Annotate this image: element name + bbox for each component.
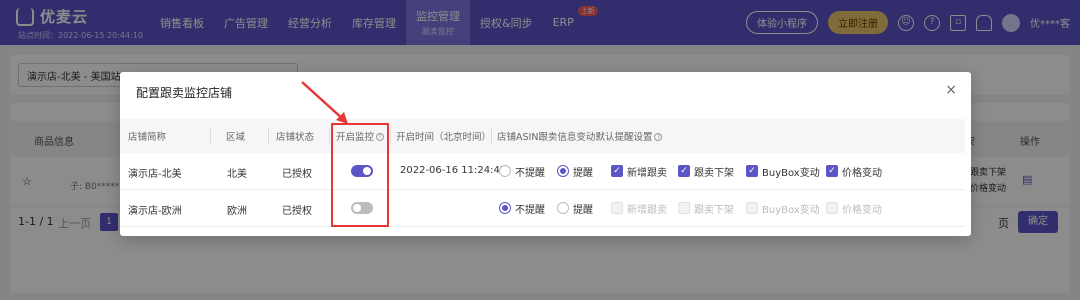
shop-region: 北美: [227, 169, 247, 180]
shop-status: 已授权: [282, 169, 312, 180]
buybox-label[interactable]: BuyBox变动: [762, 164, 820, 179]
table-row: 演示店-欧洲 欧洲 已授权 不提醒 提醒 新增跟卖 跟卖下架 BuyBox变动 …: [120, 190, 965, 227]
th-shop: 店铺简称: [128, 132, 167, 143]
th-status: 店铺状态: [276, 132, 315, 143]
shop-table-header: 店铺简称 区域 店铺状态 开启监控? 开启时间（北京时间） 店铺ASIN跟卖信息…: [120, 119, 965, 153]
follow-off-checkbox: [678, 202, 690, 214]
shop-status: 已授权: [282, 206, 312, 217]
remind-radio[interactable]: [557, 165, 569, 177]
price-checkbox[interactable]: ✓: [826, 165, 838, 177]
header-divider: [268, 128, 269, 144]
buybox-label: BuyBox变动: [762, 205, 820, 216]
close-icon[interactable]: ×: [945, 82, 957, 98]
th-start-time: 开启时间（北京时间）: [396, 132, 492, 143]
follow-off-label: 跟卖下架: [694, 205, 734, 216]
th-region: 区域: [226, 132, 246, 143]
new-follow-label[interactable]: 新增跟卖: [627, 164, 667, 179]
new-follow-label: 新增跟卖: [627, 205, 667, 216]
buybox-checkbox[interactable]: ✓: [746, 165, 758, 177]
price-label[interactable]: 价格变动: [842, 164, 882, 179]
header-divider: [329, 128, 330, 144]
annotation-arrow-icon: [301, 81, 348, 124]
help-icon[interactable]: ?: [654, 133, 663, 141]
shop-name: 演示店-北美: [128, 169, 182, 180]
header-divider: [491, 128, 492, 144]
buybox-checkbox: [746, 202, 758, 214]
no-remind-radio[interactable]: [499, 202, 511, 214]
follow-off-label[interactable]: 跟卖下架: [694, 164, 734, 179]
table-row: 演示店-北美 北美 已授权 2022-06-16 11:24:47 不提醒 提醒…: [120, 153, 965, 190]
shop-region: 欧洲: [227, 206, 247, 217]
price-label: 价格变动: [842, 205, 882, 216]
remind-radio[interactable]: [557, 202, 569, 214]
th-remind-setting: 店铺ASIN跟卖信息变动默认提醒设置?: [497, 129, 663, 143]
annotation-highlight-box: [331, 123, 389, 227]
follow-off-checkbox[interactable]: ✓: [678, 165, 690, 177]
remind-label[interactable]: 提醒: [573, 201, 593, 216]
shop-name: 演示店-欧洲: [128, 206, 182, 217]
start-time: 2022-06-16 11:24:47: [400, 165, 507, 176]
configure-monitor-modal: 配置跟卖监控店铺 × 店铺简称 区域 店铺状态 开启监控? 开启时间（北京时间）…: [120, 72, 971, 236]
modal-title: 配置跟卖监控店铺: [136, 86, 233, 100]
header-divider: [210, 128, 211, 144]
remind-label[interactable]: 提醒: [573, 164, 593, 179]
no-remind-label[interactable]: 不提醒: [515, 164, 545, 179]
header-divider: [390, 128, 391, 144]
no-remind-label[interactable]: 不提醒: [515, 201, 545, 216]
new-follow-checkbox[interactable]: ✓: [611, 165, 623, 177]
no-remind-radio[interactable]: [499, 165, 511, 177]
new-follow-checkbox: [611, 202, 623, 214]
price-checkbox: [826, 202, 838, 214]
